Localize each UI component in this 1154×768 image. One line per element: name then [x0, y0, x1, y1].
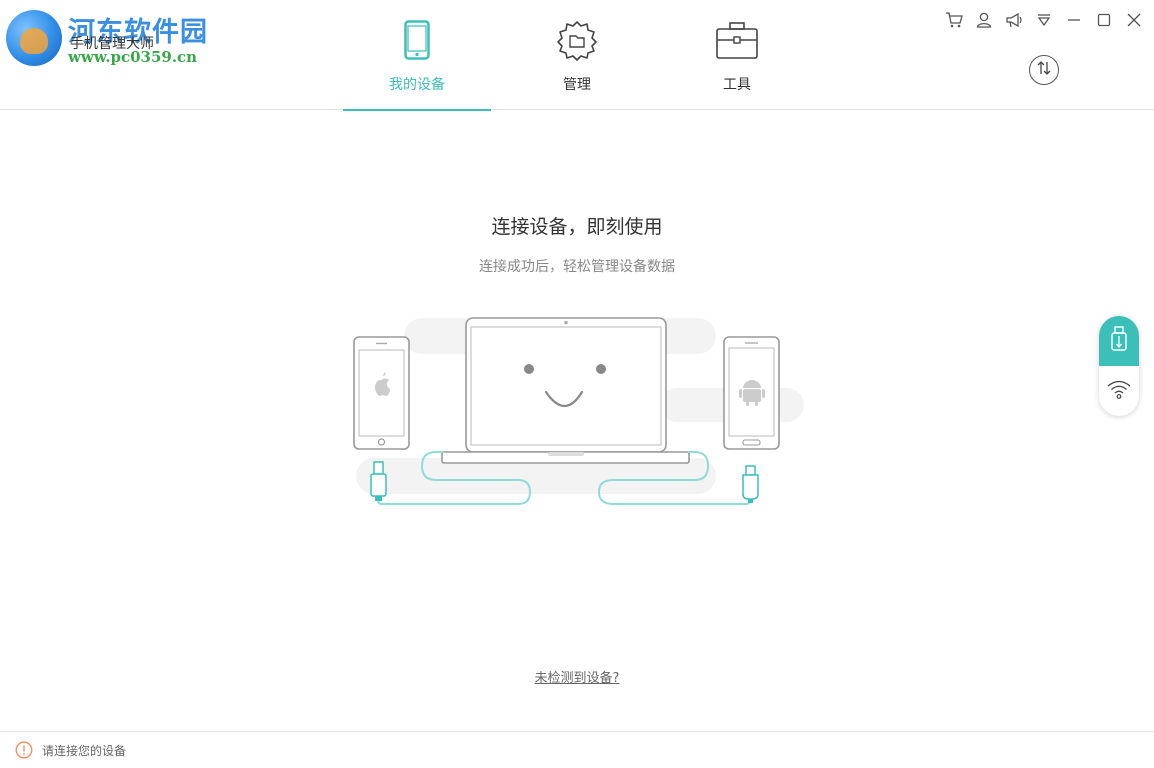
title-bar: 河东软件园 手机管理大师 www.pc0359.cn 我的设备 管理 工具 — [0, 0, 1154, 111]
transfer-arrows-icon — [1036, 60, 1052, 80]
laptop-icon — [441, 317, 690, 464]
transfer-button[interactable] — [1029, 55, 1059, 85]
usb-icon — [1110, 326, 1128, 356]
lightning-plug-icon — [370, 461, 387, 501]
connect-devices-illustration — [340, 310, 810, 514]
tab-label: 管理 — [563, 77, 591, 93]
app-logo: 河东软件园 手机管理大师 www.pc0359.cn — [6, 8, 226, 70]
tab-label: 工具 — [723, 77, 751, 93]
status-message: 请连接您的设备 — [42, 744, 127, 758]
wifi-mode-button[interactable] — [1099, 366, 1139, 416]
connect-subtitle: 连接成功后，轻松管理设备数据 — [479, 259, 675, 275]
phone-icon — [404, 20, 430, 64]
tab-label: 我的设备 — [389, 77, 445, 93]
tab-tools[interactable]: 工具 — [663, 0, 811, 110]
tab-my-device[interactable]: 我的设备 — [343, 0, 491, 111]
usb-plug-icon — [742, 465, 759, 503]
device-not-detected-link[interactable]: 未检测到设备? — [0, 667, 1154, 686]
logo-emblem-icon — [6, 10, 62, 66]
connection-mode-panel — [1099, 316, 1139, 416]
close-icon[interactable] — [1124, 10, 1144, 30]
watermark-site-url: www.pc0359.cn — [68, 48, 198, 66]
user-icon[interactable] — [974, 10, 994, 30]
connect-title: 连接设备，即刻使用 — [491, 216, 663, 238]
tab-manage[interactable]: 管理 — [491, 0, 663, 110]
iphone-icon — [353, 336, 410, 450]
minimize-icon[interactable] — [1064, 10, 1084, 30]
wifi-icon — [1106, 378, 1132, 404]
gear-folder-icon — [556, 20, 598, 66]
maximize-icon[interactable] — [1094, 10, 1114, 30]
cart-icon[interactable] — [944, 10, 964, 30]
toolbox-icon — [715, 20, 759, 64]
android-phone-icon — [723, 336, 780, 450]
status-bar: 请连接您的设备 — [0, 731, 1154, 768]
usb-mode-button[interactable] — [1099, 316, 1139, 366]
window-controls — [944, 10, 1144, 30]
dropdown-menu-icon[interactable] — [1034, 10, 1054, 30]
megaphone-icon[interactable] — [1004, 10, 1024, 30]
main-tabs: 我的设备 管理 工具 — [343, 0, 811, 111]
warning-icon — [15, 741, 33, 763]
